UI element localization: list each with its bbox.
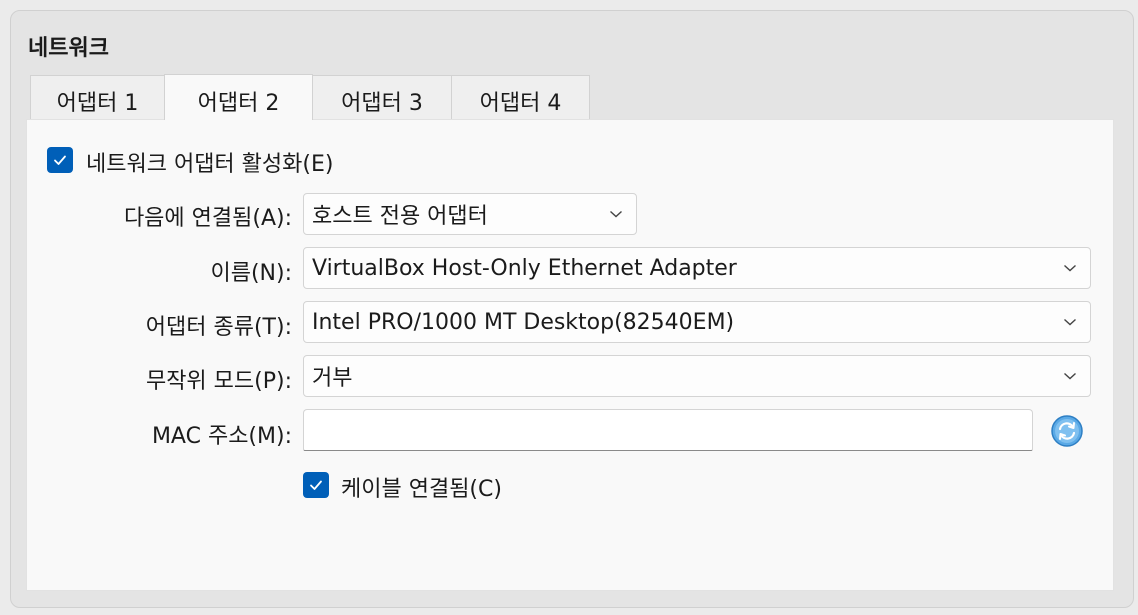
check-icon bbox=[54, 155, 66, 165]
adapter-type-label: 어댑터 종류(T): bbox=[145, 315, 292, 340]
chevron-down-icon bbox=[1050, 371, 1090, 381]
tab-adapter-2[interactable]: 어댑터 2 bbox=[164, 74, 313, 120]
chevron-down-icon bbox=[1050, 317, 1090, 327]
chevron-down-icon bbox=[596, 209, 636, 219]
section-title: 네트워크 bbox=[28, 36, 109, 61]
tab-adapter-3[interactable]: 어댑터 3 bbox=[312, 75, 452, 120]
mac-label: MAC 주소(M): bbox=[151, 424, 292, 449]
cable-connected-checkbox[interactable] bbox=[303, 472, 329, 498]
tab-adapter-1[interactable]: 어댑터 1 bbox=[30, 75, 165, 120]
name-label: 이름(N): bbox=[210, 261, 292, 286]
adapter-type-value: Intel PRO/1000 MT Desktop(82540EM) bbox=[312, 309, 735, 335]
adapter-type-select[interactable]: Intel PRO/1000 MT Desktop(82540EM) bbox=[303, 301, 1091, 343]
enable-adapter-label[interactable]: 네트워크 어댑터 활성화(E) bbox=[86, 146, 333, 178]
enable-adapter-checkbox[interactable] bbox=[47, 147, 73, 173]
cable-connected-label[interactable]: 케이블 연결됨(C) bbox=[341, 471, 502, 503]
promiscuous-select[interactable]: 거부 bbox=[303, 355, 1091, 397]
mac-address-field[interactable] bbox=[303, 409, 1033, 451]
chevron-down-icon bbox=[1050, 263, 1090, 273]
promiscuous-value: 거부 bbox=[312, 366, 353, 391]
check-icon bbox=[310, 480, 322, 490]
name-value: VirtualBox Host-Only Ethernet Adapter bbox=[312, 255, 737, 281]
attached-to-label: 다음에 연결됨(A): bbox=[123, 206, 292, 231]
tab-adapter-4[interactable]: 어댑터 4 bbox=[451, 75, 590, 120]
refresh-mac-icon[interactable] bbox=[1050, 414, 1084, 448]
adapter-tabbar: 어댑터 1 어댑터 2 어댑터 3 어댑터 4 bbox=[30, 74, 590, 120]
attached-to-select[interactable]: 호스트 전용 어댑터 bbox=[303, 193, 637, 235]
attached-to-value: 호스트 전용 어댑터 bbox=[312, 204, 488, 229]
promiscuous-label: 무작위 모드(P): bbox=[145, 369, 292, 394]
name-select[interactable]: VirtualBox Host-Only Ethernet Adapter bbox=[303, 247, 1091, 289]
